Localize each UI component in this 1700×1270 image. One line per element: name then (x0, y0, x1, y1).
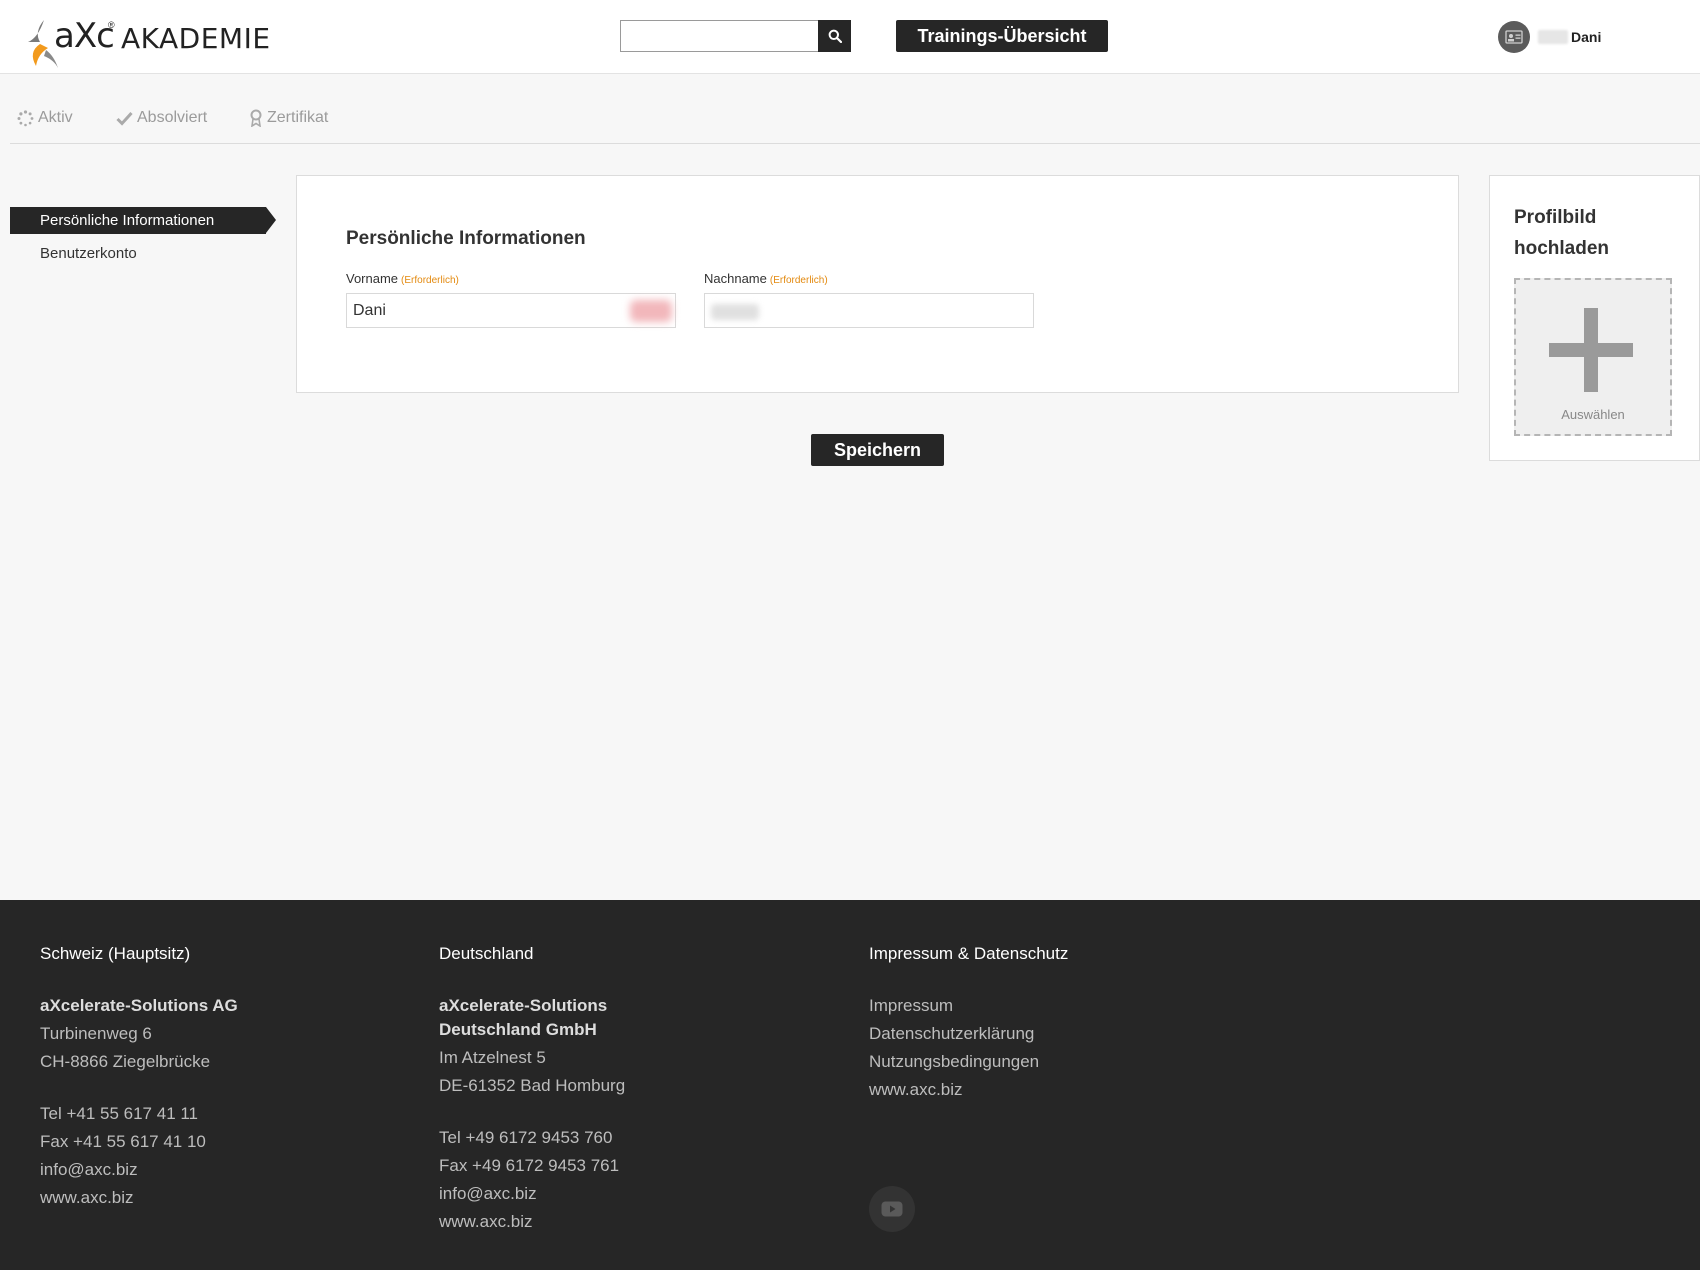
redacted-overlay (630, 300, 672, 322)
save-button[interactable]: Speichern (811, 434, 944, 466)
first-name-field[interactable]: Dani (346, 293, 676, 328)
first-name-label: Vorname (Erforderlich) (346, 271, 459, 286)
training-status-tabs: Aktiv Absolviert Zertifikat (10, 100, 1700, 144)
footer-fax-ch: Fax +41 55 617 41 10 (40, 1132, 206, 1151)
tab-absolviert-label: Absolviert (137, 109, 208, 126)
footer-heading-germany: Deutschland (439, 944, 534, 963)
upload-label: Auswählen (1561, 407, 1625, 422)
redacted-name-part (1538, 30, 1568, 44)
footer-link-website[interactable]: www.axc.biz (869, 1076, 1068, 1104)
search-box (620, 20, 851, 52)
footer-web-ch[interactable]: www.axc.biz (40, 1184, 238, 1212)
footer-company-ch: aXcelerate-Solutions AG (40, 996, 238, 1015)
footer-link-terms[interactable]: Nutzungsbedingungen (869, 1048, 1068, 1076)
footer-company-de-line2: Deutschland GmbH (439, 1020, 597, 1039)
search-button[interactable] (818, 20, 851, 52)
page-footer: Schweiz (Hauptsitz) aXcelerate-Solutions… (0, 900, 1700, 1270)
last-name-label: Nachname (Erforderlich) (704, 271, 828, 286)
footer-column-legal: Impressum & Datenschutz Impressum Datens… (869, 940, 1068, 1104)
profile-picture-title: Profilbild hochladen (1514, 207, 1610, 259)
check-icon (116, 111, 133, 126)
first-name-label-text: Vorname (346, 271, 399, 286)
footer-email-de[interactable]: info@axc.biz (439, 1180, 625, 1208)
user-name: Dani (1571, 29, 1602, 45)
search-input[interactable] (621, 21, 819, 51)
footer-link-privacy[interactable]: Datenschutzerklärung (869, 1020, 1068, 1048)
form-title: Persönliche Informationen (346, 228, 586, 249)
tab-absolviert[interactable]: Absolviert (116, 109, 207, 127)
certificate-icon (250, 109, 262, 127)
footer-email-ch[interactable]: info@axc.biz (40, 1156, 238, 1184)
profile-picture-card: Profilbild hochladen Auswählen (1489, 175, 1700, 461)
user-menu[interactable]: Dani (1498, 21, 1601, 53)
last-name-field[interactable] (704, 293, 1034, 328)
top-header: aXc ® AKADEMIE Trainings-Übersicht Dani (0, 0, 1700, 74)
footer-column-germany: Deutschland aXcelerate-Solutions Deutsch… (439, 940, 625, 1236)
profile-picture-upload[interactable]: Auswählen (1514, 278, 1672, 436)
footer-tel-ch: Tel +41 55 617 41 11 (40, 1104, 199, 1123)
axc-logo[interactable]: aXc ® AKADEMIE (24, 16, 270, 72)
user-card-icon (1505, 30, 1523, 44)
tab-zertifikat[interactable]: Zertifikat (249, 109, 328, 127)
footer-fax-de: Fax +49 6172 9453 761 (439, 1156, 620, 1175)
training-overview-button[interactable]: Trainings-Übersicht (896, 20, 1108, 52)
youtube-button[interactable] (869, 1186, 915, 1232)
logo-akademie-text: AKADEMIE (121, 22, 271, 55)
logo-registered-mark: ® (108, 20, 115, 30)
personal-info-card: Persönliche Informationen Vorname (Erford… (296, 175, 1459, 393)
footer-column-switzerland: Schweiz (Hauptsitz) aXcelerate-Solutions… (40, 940, 238, 1212)
footer-web-de[interactable]: www.axc.biz (439, 1208, 625, 1236)
footer-heading-switzerland: Schweiz (Hauptsitz) (40, 944, 191, 963)
search-icon (828, 29, 842, 43)
required-hint: (Erforderlich) (769, 275, 828, 286)
footer-city-de: DE-61352 Bad Homburg (439, 1076, 626, 1095)
first-name-value: Dani (353, 301, 386, 319)
avatar (1498, 21, 1530, 53)
footer-link-impressum[interactable]: Impressum (869, 992, 1068, 1020)
sidenav-item-personal-info[interactable]: Persönliche Informationen (10, 207, 276, 234)
footer-heading-legal: Impressum & Datenschutz (869, 944, 1069, 963)
footer-tel-de: Tel +49 6172 9453 760 (439, 1128, 613, 1147)
footer-city-ch: CH-8866 Ziegelbrücke (40, 1052, 211, 1071)
footer-street-de: Im Atzelnest 5 (439, 1048, 546, 1067)
spinner-icon (17, 109, 34, 126)
required-hint: (Erforderlich) (401, 275, 459, 286)
last-name-label-text: Nachname (704, 271, 767, 286)
redacted-overlay (711, 304, 759, 320)
logo-brand-text: aXc (54, 16, 115, 56)
youtube-icon (881, 1201, 903, 1217)
sidenav-item-account[interactable]: Benutzerkonto (40, 245, 137, 262)
tab-zertifikat-label: Zertifikat (267, 109, 329, 126)
footer-street-ch: Turbinenweg 6 (40, 1024, 152, 1043)
tab-aktiv[interactable]: Aktiv (17, 109, 73, 127)
tab-aktiv-label: Aktiv (38, 109, 73, 126)
